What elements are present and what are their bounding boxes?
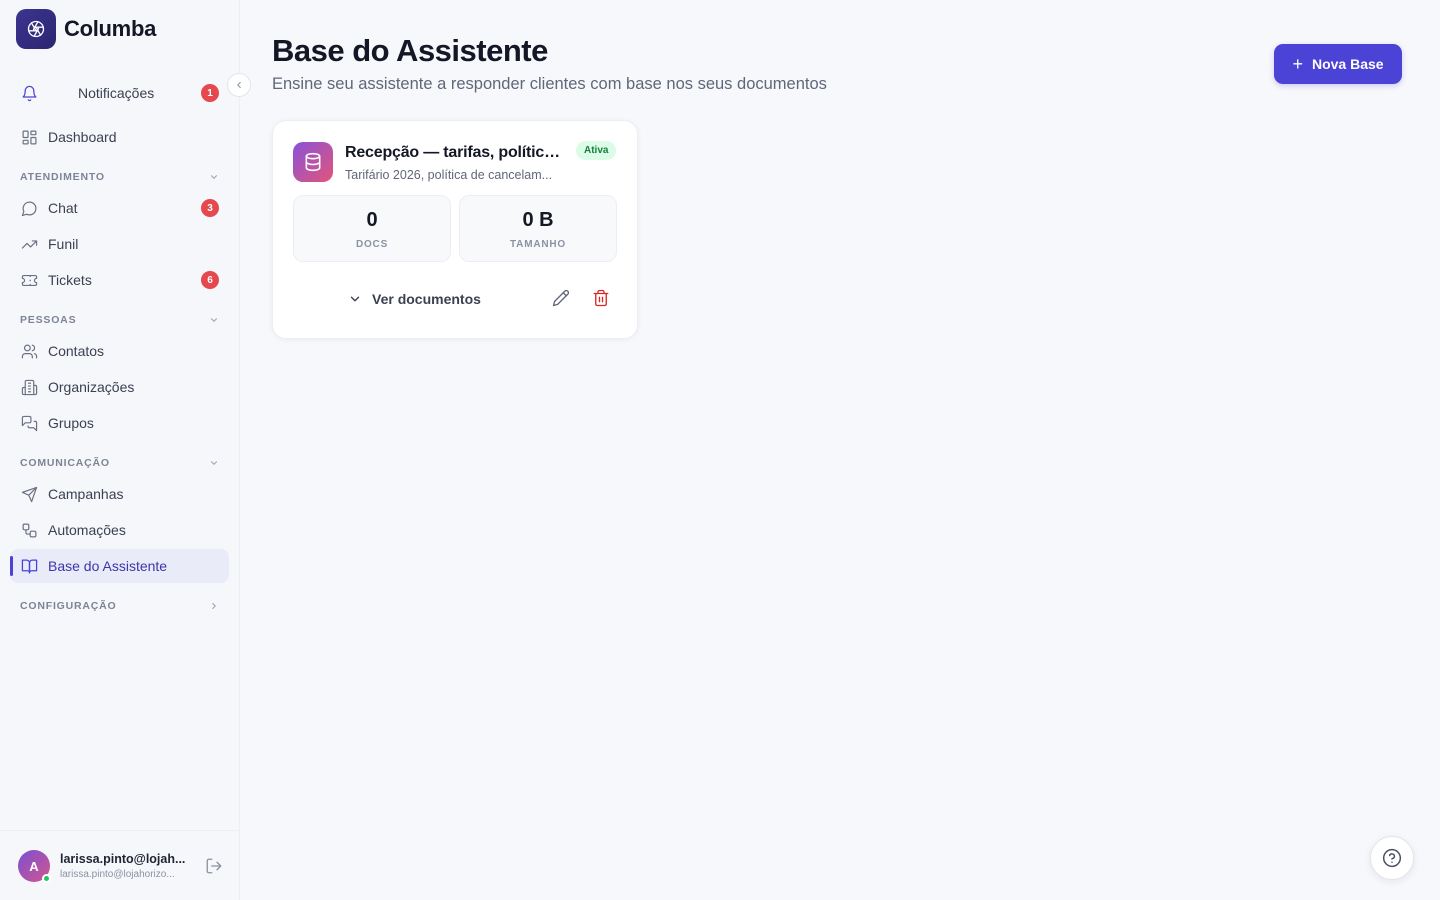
trending-up-icon <box>20 235 38 253</box>
user-name: larissa.pinto@lojah... <box>60 852 186 866</box>
sidebar-item-label: Tickets <box>48 272 92 288</box>
sidebar-item-tickets[interactable]: Tickets 6 <box>10 263 229 297</box>
user-bar: A larissa.pinto@lojah... larissa.pinto@l… <box>0 830 239 900</box>
tickets-count-badge: 6 <box>201 271 219 289</box>
chevron-down-icon <box>210 461 218 465</box>
help-button[interactable] <box>1370 836 1414 880</box>
workflow-icon <box>20 521 38 539</box>
sidebar-item-label: Notificações <box>78 85 155 101</box>
section-atendimento[interactable]: ATENDIMENTO <box>20 169 219 185</box>
section-comunicacao[interactable]: COMUNICAÇÃO <box>20 455 219 471</box>
users-icon <box>20 342 38 360</box>
sidebar-item-label: Dashboard <box>48 129 117 145</box>
pencil-icon <box>552 289 570 307</box>
view-documents-toggle[interactable]: Ver documentos <box>348 289 481 309</box>
section-configuracao[interactable]: CONFIGURAÇÃO <box>20 598 219 614</box>
new-base-button[interactable]: + Nova Base <box>1274 44 1402 84</box>
knowledge-base-description: Tarifário 2026, política de cancelam... <box>345 168 553 182</box>
chat-bubble-icon <box>20 199 38 217</box>
knowledge-base-card[interactable]: Recepção — tarifas, política... Tarifári… <box>272 120 638 339</box>
messages-icon <box>20 414 38 432</box>
sidebar-item-funil[interactable]: Funil <box>10 227 229 261</box>
brand[interactable]: Columba <box>16 9 156 49</box>
sidebar-item-automacoes[interactable]: Automações <box>10 513 229 547</box>
plus-icon: + <box>1292 54 1303 74</box>
chevron-down-icon <box>210 175 218 179</box>
section-title: CONFIGURAÇÃO <box>20 600 117 612</box>
book-open-icon <box>20 557 38 575</box>
online-status-dot <box>42 874 51 883</box>
sidebar-item-label: Grupos <box>48 415 94 431</box>
chevron-left-icon <box>237 81 241 89</box>
view-documents-label: Ver documentos <box>372 291 481 307</box>
building-icon <box>20 378 38 396</box>
trash-icon <box>593 289 609 307</box>
sidebar-item-label: Chat <box>48 200 78 216</box>
section-title: COMUNICAÇÃO <box>20 457 110 469</box>
chevron-down-icon <box>350 296 360 302</box>
page-subtitle: Ensine seu assistente a responder client… <box>272 75 827 93</box>
new-base-label: Nova Base <box>1311 56 1384 72</box>
sidebar-item-label: Campanhas <box>48 486 124 502</box>
logout-button[interactable] <box>205 857 223 875</box>
collapse-sidebar-button[interactable] <box>227 73 251 97</box>
docs-count: 0 <box>366 209 378 231</box>
sidebar-item-grupos[interactable]: Grupos <box>10 406 229 440</box>
send-icon <box>20 485 38 503</box>
edit-button[interactable] <box>552 289 572 309</box>
brand-name: Columba <box>64 16 157 41</box>
sidebar-item-label: Automações <box>48 522 126 538</box>
section-pessoas[interactable]: PESSOAS <box>20 312 219 328</box>
sidebar: Columba Notificações 1 Dashboard ATENDIM… <box>0 0 251 900</box>
docs-label: DOCS <box>355 239 389 250</box>
chevron-down-icon <box>210 318 218 322</box>
chat-unread-badge: 3 <box>201 199 219 217</box>
sidebar-item-organizacoes[interactable]: Organizações <box>10 370 229 404</box>
sidebar-item-notifications[interactable]: Notificações 1 <box>10 76 229 110</box>
sidebar-item-campanhas[interactable]: Campanhas <box>10 477 229 511</box>
notification-count-badge: 1 <box>201 84 219 102</box>
size-stat: 0 B TAMANHO <box>459 195 617 262</box>
user-email: larissa.pinto@lojahorizo... <box>60 869 175 880</box>
chevron-right-icon <box>212 602 216 610</box>
sidebar-item-label: Organizações <box>48 379 135 395</box>
database-icon <box>293 142 333 182</box>
docs-stat: 0 DOCS <box>293 195 451 262</box>
page-title: Base do Assistente <box>272 33 548 68</box>
sidebar-item-label: Base do Assistente <box>48 558 168 574</box>
logout-icon <box>206 858 222 874</box>
help-circle-icon <box>1382 848 1402 868</box>
status-badge: Ativa <box>576 141 617 160</box>
aperture-icon <box>16 9 56 49</box>
delete-button[interactable] <box>592 289 612 309</box>
sidebar-item-chat[interactable]: Chat 3 <box>10 191 229 225</box>
section-title: ATENDIMENTO <box>20 171 105 183</box>
sidebar-item-base-do-assistente[interactable]: Base do Assistente <box>10 549 229 583</box>
sidebar-item-contatos[interactable]: Contatos <box>10 334 229 368</box>
section-title: PESSOAS <box>20 314 77 326</box>
size-value: 0 B <box>522 209 554 231</box>
grid-icon <box>20 128 38 146</box>
size-label: TAMANHO <box>510 239 566 250</box>
bell-icon <box>20 84 38 102</box>
sidebar-item-label: Contatos <box>48 343 105 359</box>
knowledge-base-title: Recepção — tarifas, política... <box>345 144 565 161</box>
ticket-icon <box>20 271 38 289</box>
sidebar-item-dashboard[interactable]: Dashboard <box>10 120 229 154</box>
sidebar-item-label: Funil <box>48 236 79 252</box>
